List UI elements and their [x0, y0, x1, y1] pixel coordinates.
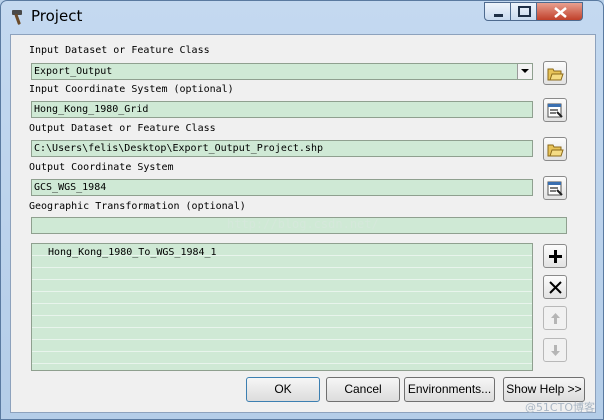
browse-output-button[interactable]: [543, 137, 567, 161]
output-dataset-field[interactable]: C:\Users\felis\Desktop\Export_Output_Pro…: [31, 140, 533, 157]
input-cs-properties-button[interactable]: [543, 98, 567, 122]
output-dataset-label: Output Dataset or Feature Class: [29, 123, 216, 134]
remove-transformation-button[interactable]: [543, 275, 567, 299]
output-cs-properties-button[interactable]: [543, 176, 567, 200]
title-bar[interactable]: Project: [1, 1, 603, 33]
open-folder-icon: [547, 68, 564, 81]
properties-icon: [547, 181, 563, 196]
input-coordinate-system-label: Input Coordinate System (optional): [29, 84, 234, 95]
minimize-icon: [494, 14, 503, 17]
input-coordinate-system-field[interactable]: Hong_Kong_1980_Grid: [31, 101, 533, 118]
list-item[interactable]: Hong_Kong_1980_To_WGS_1984_1: [48, 247, 217, 258]
move-up-button[interactable]: [543, 306, 567, 330]
watermark-text: http://blog.csdn.net/: [227, 217, 379, 231]
close-icon: [554, 7, 567, 18]
project-dialog: Project Input Dataset or Feature Class E…: [0, 0, 604, 420]
hammer-icon: [9, 8, 27, 26]
transformation-list[interactable]: Hong_Kong_1980_To_WGS_1984_1: [31, 243, 533, 371]
maximize-button[interactable]: [510, 2, 537, 21]
arrow-down-icon: [551, 345, 560, 356]
corner-watermark: @51CTO博客: [524, 401, 595, 414]
cancel-button[interactable]: Cancel: [326, 377, 400, 402]
ok-button[interactable]: OK: [246, 377, 320, 402]
output-coordinate-system-field[interactable]: GCS_WGS_1984: [31, 179, 533, 196]
move-down-button[interactable]: [543, 338, 567, 362]
dialog-body: Input Dataset or Feature Class Export_Ou…: [10, 34, 596, 413]
geographic-transformation-label: Geographic Transformation (optional): [29, 201, 246, 212]
properties-icon: [547, 103, 563, 118]
window-title: Project: [31, 7, 83, 25]
environments-button[interactable]: Environments...: [404, 377, 495, 402]
geographic-transformation-field[interactable]: http://blog.csdn.net/: [31, 217, 567, 234]
minimize-button[interactable]: [484, 2, 511, 21]
arrow-up-icon: [551, 313, 560, 324]
remove-icon: [549, 281, 562, 294]
input-dataset-label: Input Dataset or Feature Class: [29, 45, 210, 56]
open-folder-icon: [547, 144, 564, 157]
dropdown-button[interactable]: [517, 64, 532, 79]
input-dataset-dropdown[interactable]: Export_Output: [31, 63, 533, 80]
maximize-icon: [518, 6, 531, 17]
add-transformation-button[interactable]: [543, 244, 567, 268]
input-dataset-value: Export_Output: [34, 66, 113, 77]
output-coordinate-system-label: Output Coordinate System: [29, 162, 174, 173]
close-button[interactable]: [536, 2, 583, 21]
plus-icon: [549, 250, 562, 263]
chevron-down-icon: [521, 69, 529, 73]
browse-input-button[interactable]: [543, 61, 567, 85]
